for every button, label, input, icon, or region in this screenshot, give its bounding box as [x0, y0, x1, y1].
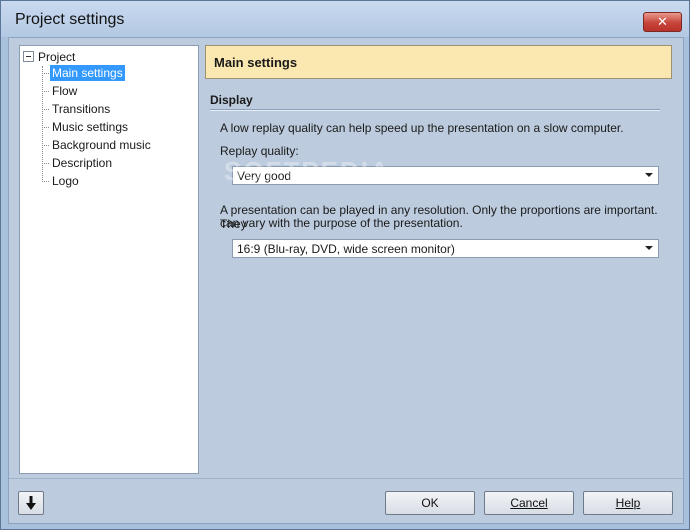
tree-root-project[interactable]: Project [23, 49, 75, 65]
tree-item-label: Music settings [52, 120, 129, 134]
section-divider [210, 109, 660, 111]
move-down-button[interactable] [18, 491, 44, 515]
chevron-down-icon[interactable] [645, 173, 653, 177]
tree-item-music-settings[interactable]: Music settings [42, 119, 130, 136]
panel-header: Main settings [205, 45, 672, 79]
quality-hint-text: A low replay quality can help speed up t… [220, 121, 624, 135]
project-settings-window: Project settings ✕ Project Main settings… [0, 0, 690, 530]
resolution-hint-line2: can vary with the purpose of the present… [220, 216, 463, 230]
arrow-down-icon [26, 496, 36, 510]
dialog-body: Project Main settings Flow Transitions M… [8, 37, 684, 524]
close-icon: ✕ [657, 14, 668, 29]
tree-item-description[interactable]: Description [42, 155, 114, 172]
cancel-button[interactable]: Cancel [484, 491, 574, 515]
title-bar[interactable]: Project settings ✕ [1, 1, 689, 37]
cancel-label: Cancel [510, 496, 548, 510]
tree-item-label: Flow [52, 84, 78, 98]
tree-item-label: Main settings [50, 65, 125, 81]
panel-header-title: Main settings [214, 55, 298, 70]
tree-item-label: Transitions [52, 102, 111, 116]
tree-root-label: Project [38, 50, 76, 64]
close-button[interactable]: ✕ [643, 12, 682, 32]
tree-item-label: Description [52, 156, 113, 170]
resolution-select[interactable]: 16:9 (Blu-ray, DVD, wide screen monitor) [232, 239, 659, 258]
ok-button[interactable]: OK [385, 491, 475, 515]
replay-quality-select[interactable]: Very good [232, 166, 659, 185]
section-title-display: Display [210, 93, 253, 107]
replay-quality-value: Very good [237, 169, 292, 183]
tree-item-main-settings[interactable]: Main settings [42, 65, 125, 82]
settings-tree[interactable]: Project Main settings Flow Transitions M… [19, 45, 199, 474]
help-button[interactable]: Help [583, 491, 673, 515]
quality-label: Replay quality: [220, 144, 299, 158]
tree-item-background-music[interactable]: Background music [42, 137, 153, 154]
tree-item-flow[interactable]: Flow [42, 83, 79, 100]
tree-item-label: Logo [52, 174, 79, 188]
resolution-value: 16:9 (Blu-ray, DVD, wide screen monitor) [237, 242, 455, 256]
settings-panel: Main settings Display A low replay quali… [205, 45, 675, 472]
tree-item-logo[interactable]: Logo [42, 173, 81, 190]
window-title: Project settings [15, 11, 125, 28]
collapse-icon[interactable] [23, 51, 34, 63]
tree-item-label: Background music [52, 138, 151, 152]
help-label: Help [615, 496, 641, 510]
tree-item-transitions[interactable]: Transitions [42, 101, 112, 118]
chevron-down-icon[interactable] [645, 246, 653, 250]
button-bar-divider [9, 478, 683, 479]
